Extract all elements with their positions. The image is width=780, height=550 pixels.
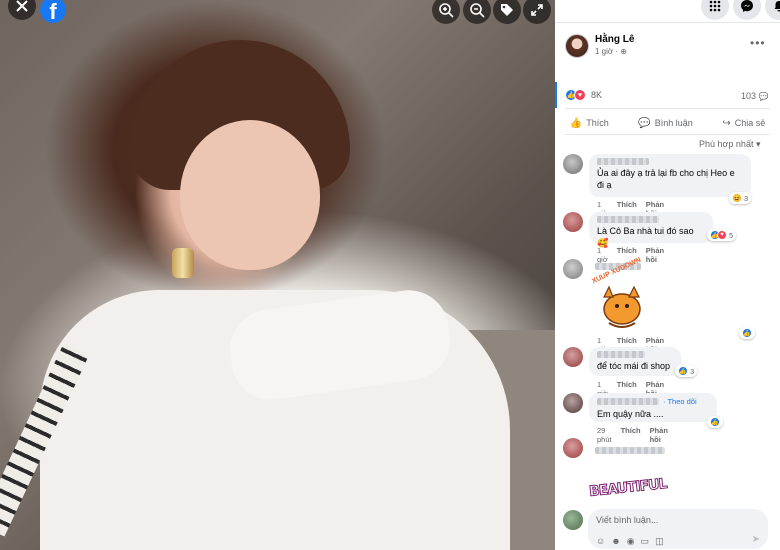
close-icon xyxy=(16,0,28,12)
composer-tools: ☺ ☻ ◉ ▭ ◫ xyxy=(596,536,664,547)
commenter-name-blurred[interactable] xyxy=(597,351,645,358)
post-time[interactable]: 1 giờ · ⊕ xyxy=(595,47,627,56)
comment-reactions[interactable]: 😆 3 xyxy=(729,192,752,204)
commenter-avatar[interactable] xyxy=(563,212,583,232)
haha-reaction-icon: 😆 xyxy=(732,193,742,203)
comment-bubble: · Theo dõi Em quậy nữa .... xyxy=(589,393,717,422)
love-reaction-icon: ♥ xyxy=(717,230,727,240)
messenger-icon xyxy=(741,0,753,12)
comment-reactions[interactable]: 👍 3 xyxy=(675,365,698,377)
like-reaction-icon: 👍 xyxy=(710,417,720,427)
comment-input[interactable] xyxy=(596,515,756,525)
commenter-avatar[interactable] xyxy=(563,393,583,413)
comment-icon: 💬 xyxy=(638,117,651,129)
sticker-image[interactable]: BEAUTIFUL xyxy=(588,466,668,510)
reaction-count: 8K xyxy=(591,90,603,100)
comment-input-wrapper: ☺ ☻ ◉ ▭ ◫ ➤ xyxy=(588,509,768,549)
commenter-avatar[interactable] xyxy=(563,154,583,174)
comment-label: Bình luận xyxy=(654,118,693,128)
actions-divider-bottom xyxy=(565,134,770,135)
menu-grid-icon xyxy=(709,0,721,12)
thumbs-up-icon: 👍 xyxy=(569,117,583,129)
comment-button[interactable]: 💬 Bình luận xyxy=(638,118,692,129)
comment-count[interactable]: 103 💬 xyxy=(741,91,769,101)
camera-icon[interactable]: ◉ xyxy=(627,536,635,547)
post-photo xyxy=(0,0,555,550)
like-label: Thích xyxy=(586,118,609,128)
commenter-name-blurred[interactable] xyxy=(597,216,659,223)
sticker-image[interactable]: XUUP XUDOWN xyxy=(589,257,647,333)
comment-time[interactable]: 29 phút xyxy=(597,426,612,444)
emoji-icon[interactable]: ☻ xyxy=(611,536,620,547)
actions-divider-top xyxy=(565,108,770,109)
comment-bubble: để tóc mái đi shop xyxy=(589,347,681,376)
comment-reactions[interactable]: 👍 xyxy=(739,327,755,339)
photo-viewer: f xyxy=(0,0,555,550)
comment-composer: ☺ ☻ ◉ ▭ ◫ ➤ xyxy=(555,506,780,550)
fullscreen-icon xyxy=(531,4,543,16)
current-user-avatar[interactable] xyxy=(563,510,583,530)
commenter-avatar[interactable] xyxy=(563,259,583,279)
more-options-button[interactable]: ••• xyxy=(750,36,766,50)
reaction-summary[interactable]: 👍 ♥ 8K xyxy=(565,89,602,101)
comment-count-value: 103 xyxy=(741,91,757,101)
comment-reactions[interactable]: 👍 ♥ 5 xyxy=(707,229,737,241)
comment-bubble: Là Cô Ba nhà tui đó sao 🥰 xyxy=(589,212,713,248)
menu-button[interactable] xyxy=(701,0,729,20)
notifications-icon xyxy=(774,1,780,12)
post-side-panel: Hằng Lê 1 giờ · ⊕ ••• 👍 ♥ 8K 103 💬 👍 Thí… xyxy=(555,0,780,550)
comment-text: Ủa ai đây ạ trả lại fb cho chị Heo e đi … xyxy=(597,168,735,190)
like-button[interactable]: 👍 Thích xyxy=(570,118,609,129)
notifications-button[interactable] xyxy=(765,0,780,20)
comment-reaction-count: 3 xyxy=(690,366,695,376)
gif-icon[interactable]: ▭ xyxy=(641,536,650,547)
sticker-caption: BEAUTIFUL xyxy=(588,475,668,501)
commenter-name-blurred[interactable] xyxy=(597,158,649,165)
author-name[interactable]: Hằng Lê xyxy=(595,34,634,45)
share-button[interactable]: ↪ Chia sẻ xyxy=(722,118,765,129)
comment-reactions[interactable]: 👍 xyxy=(707,416,723,428)
follow-button[interactable]: · Theo dõi xyxy=(663,397,697,406)
comment-reply-button[interactable]: Phản hồi xyxy=(646,246,664,264)
love-reaction-icon: ♥ xyxy=(574,89,586,101)
comment-text: để tóc mái đi shop xyxy=(597,361,671,371)
avatar-sticker-icon[interactable]: ☺ xyxy=(596,536,605,547)
zoom-out-icon xyxy=(470,3,485,18)
share-icon: ↪ xyxy=(722,117,731,129)
like-reaction-icon: 👍 xyxy=(678,366,688,376)
comment-like-button[interactable]: Thích xyxy=(621,426,641,444)
comment-sort-dropdown[interactable]: Phù hợp nhất ▾ xyxy=(699,139,760,150)
commenter-name-blurred[interactable] xyxy=(595,447,665,454)
dancing-cat-sticker-icon xyxy=(603,285,641,328)
comment-reaction-count: 5 xyxy=(729,230,734,240)
tag-icon xyxy=(501,4,513,16)
commenter-name-blurred[interactable] xyxy=(597,398,659,405)
commenter-avatar[interactable] xyxy=(563,347,583,367)
send-icon[interactable]: ➤ xyxy=(752,534,760,545)
post-actions: 👍 Thích 💬 Bình luận ↪ Chia sẻ xyxy=(555,112,780,134)
comment-reply-button[interactable]: Phản hồi xyxy=(650,426,668,444)
author-avatar[interactable] xyxy=(565,34,589,58)
comment-bubble: Ủa ai đây ạ trả lại fb cho chị Heo e đi … xyxy=(589,154,751,197)
top-bar xyxy=(555,0,780,22)
share-label: Chia sẻ xyxy=(734,118,766,128)
commenter-avatar[interactable] xyxy=(563,438,583,458)
comment-time[interactable]: 1 giờ xyxy=(597,246,608,264)
comment-bubble-icon: 💬 xyxy=(758,92,769,101)
top-divider xyxy=(555,22,780,23)
like-reaction-icon: 👍 xyxy=(742,328,752,338)
comment-reaction-count: 3 xyxy=(744,193,749,203)
comment-text: Em quậy nữa .... xyxy=(597,409,664,419)
zoom-in-icon xyxy=(439,3,454,18)
sticker-icon[interactable]: ◫ xyxy=(655,536,664,547)
messenger-button[interactable] xyxy=(733,0,761,20)
focus-indicator xyxy=(555,82,557,108)
comment-header: · Theo dõi xyxy=(597,397,709,406)
comment-text-body: Là Cô Ba nhà tui đó sao xyxy=(597,226,694,236)
comment-meta: 29 phút Thích Phản hồi xyxy=(597,426,668,444)
